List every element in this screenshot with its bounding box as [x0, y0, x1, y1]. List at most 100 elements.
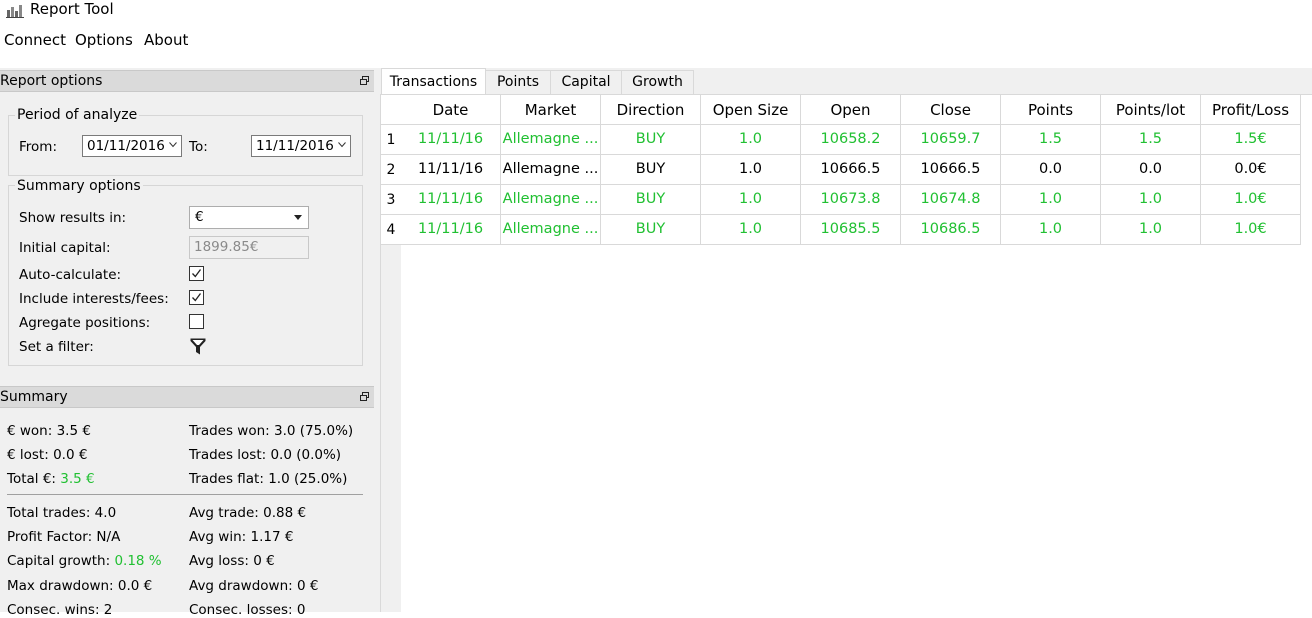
- cell-market[interactable]: Allemagne ...: [501, 155, 601, 185]
- won-stat: € won: 3.5 €: [7, 423, 91, 439]
- cell-open[interactable]: 10658.2: [801, 125, 901, 155]
- menu-connect[interactable]: Connect: [4, 30, 66, 50]
- from-date-field[interactable]: 01/11/2016: [82, 135, 182, 157]
- column-header-points-per-lot[interactable]: Points/lot: [1101, 95, 1201, 125]
- cell-open-size[interactable]: 1.0: [701, 125, 801, 155]
- show-results-select[interactable]: €: [189, 206, 309, 229]
- row-number[interactable]: 3: [381, 185, 401, 215]
- row-number[interactable]: 4: [381, 215, 401, 245]
- title-bar: Report Tool: [0, 0, 1312, 22]
- cell-close[interactable]: 10674.8: [901, 185, 1001, 215]
- tab-growth[interactable]: Growth: [621, 70, 694, 94]
- cell-date[interactable]: 11/11/16: [401, 185, 501, 215]
- max-drawdown-stat: Max drawdown: 0.0 €: [7, 578, 153, 594]
- cell-open[interactable]: 10666.5: [801, 155, 901, 185]
- consec-losses-stat: Consec. losses: 0: [189, 602, 306, 618]
- column-header-close[interactable]: Close: [901, 95, 1001, 125]
- cell-close[interactable]: 10686.5: [901, 215, 1001, 245]
- summary-title: Summary: [0, 389, 68, 405]
- column-header-points[interactable]: Points: [1001, 95, 1101, 125]
- cell-profit-loss[interactable]: 1.0€: [1201, 215, 1301, 245]
- cell-market[interactable]: Allemagne ...: [501, 125, 601, 155]
- cell-open-size[interactable]: 1.0: [701, 215, 801, 245]
- summary-options-title: Summary options: [15, 178, 143, 194]
- avg-drawdown-stat: Avg drawdown: 0 €: [189, 578, 319, 594]
- tab-points[interactable]: Points: [485, 70, 551, 94]
- column-header-direction[interactable]: Direction: [601, 95, 701, 125]
- cell-points-per-lot[interactable]: 1.0: [1101, 185, 1201, 215]
- to-label: To:: [189, 139, 208, 155]
- cell-open-size[interactable]: 1.0: [701, 155, 801, 185]
- cell-date[interactable]: 11/11/16: [401, 215, 501, 245]
- cell-open[interactable]: 10685.5: [801, 215, 901, 245]
- menu-about[interactable]: About: [144, 30, 188, 50]
- cell-date[interactable]: 11/11/16: [401, 155, 501, 185]
- row-number[interactable]: 1: [381, 125, 401, 155]
- auto-calculate-label: Auto-calculate:: [19, 267, 122, 283]
- cell-close[interactable]: 10659.7: [901, 125, 1001, 155]
- dropdown-arrow-icon[interactable]: [294, 215, 302, 220]
- undock-icon[interactable]: [360, 76, 369, 85]
- period-group-title: Period of analyze: [15, 107, 140, 123]
- avg-win-stat: Avg win: 1.17 €: [189, 529, 294, 545]
- trades-lost-stat: Trades lost: 0.0 (0.0%): [189, 447, 342, 463]
- show-results-value: €: [195, 209, 204, 225]
- cell-direction[interactable]: BUY: [601, 125, 701, 155]
- cell-profit-loss[interactable]: 1.0€: [1201, 185, 1301, 215]
- tab-bar: Transactions Points Capital Growth: [380, 68, 1312, 95]
- cell-points[interactable]: 1.0: [1001, 185, 1101, 215]
- trades-won-stat: Trades won: 3.0 (75.0%): [189, 423, 354, 439]
- bar-chart-icon: [6, 5, 24, 18]
- cell-direction[interactable]: BUY: [601, 155, 701, 185]
- column-header-open[interactable]: Open: [801, 95, 901, 125]
- report-options-title: Report options: [0, 73, 103, 89]
- cell-market[interactable]: Allemagne ...: [501, 215, 601, 245]
- cell-points-per-lot[interactable]: 1.5: [1101, 125, 1201, 155]
- cell-points[interactable]: 1.0: [1001, 215, 1101, 245]
- aggregate-label: Agregate positions:: [19, 315, 151, 331]
- from-date-value: 01/11/2016: [87, 138, 165, 154]
- cell-date[interactable]: 11/11/16: [401, 125, 501, 155]
- avg-loss-stat: Avg loss: 0 €: [189, 553, 275, 569]
- chevron-down-icon[interactable]: [338, 142, 346, 148]
- cell-points[interactable]: 1.5: [1001, 125, 1101, 155]
- tab-transactions[interactable]: Transactions: [381, 68, 486, 94]
- checkmark-icon: [192, 293, 202, 302]
- cell-profit-loss[interactable]: 1.5€: [1201, 125, 1301, 155]
- total-stat: Total €: 3.5 €: [7, 471, 95, 487]
- column-header-date[interactable]: Date: [401, 95, 501, 125]
- include-fees-checkbox[interactable]: [189, 290, 204, 305]
- summary-header: Summary: [0, 386, 374, 408]
- cell-close[interactable]: 10666.5: [901, 155, 1001, 185]
- row-number[interactable]: 2: [381, 155, 401, 185]
- initial-capital-field: 1899.85€: [189, 236, 309, 259]
- cell-open-size[interactable]: 1.0: [701, 185, 801, 215]
- undock-icon[interactable]: [360, 392, 369, 401]
- chevron-down-icon[interactable]: [169, 142, 177, 148]
- cell-points-per-lot[interactable]: 0.0: [1101, 155, 1201, 185]
- cell-points[interactable]: 0.0: [1001, 155, 1101, 185]
- lost-stat: € lost: 0.0 €: [7, 447, 88, 463]
- from-label: From:: [19, 139, 57, 155]
- cell-direction[interactable]: BUY: [601, 185, 701, 215]
- capital-growth-stat: Capital growth: 0.18 %: [7, 553, 162, 569]
- tab-capital[interactable]: Capital: [550, 70, 622, 94]
- cell-profit-loss[interactable]: 0.0€: [1201, 155, 1301, 185]
- cell-market[interactable]: Allemagne ...: [501, 185, 601, 215]
- menu-options[interactable]: Options: [75, 30, 133, 50]
- avg-trade-stat: Avg trade: 0.88 €: [189, 505, 307, 521]
- initial-capital-label: Initial capital:: [19, 240, 111, 256]
- auto-calculate-checkbox[interactable]: [189, 266, 204, 281]
- aggregate-checkbox[interactable]: [189, 314, 204, 329]
- cell-points-per-lot[interactable]: 1.0: [1101, 215, 1201, 245]
- column-header-open-size[interactable]: Open Size: [701, 95, 801, 125]
- include-fees-label: Include interests/fees:: [19, 291, 169, 307]
- cell-direction[interactable]: BUY: [601, 215, 701, 245]
- report-options-header: Report options: [0, 70, 374, 92]
- to-date-field[interactable]: 11/11/2016: [251, 135, 351, 157]
- filter-icon[interactable]: [190, 338, 206, 355]
- column-header-market[interactable]: Market: [501, 95, 601, 125]
- cell-open[interactable]: 10673.8: [801, 185, 901, 215]
- column-header-profit-loss[interactable]: Profit/Loss: [1201, 95, 1301, 125]
- window-title: Report Tool: [30, 0, 114, 18]
